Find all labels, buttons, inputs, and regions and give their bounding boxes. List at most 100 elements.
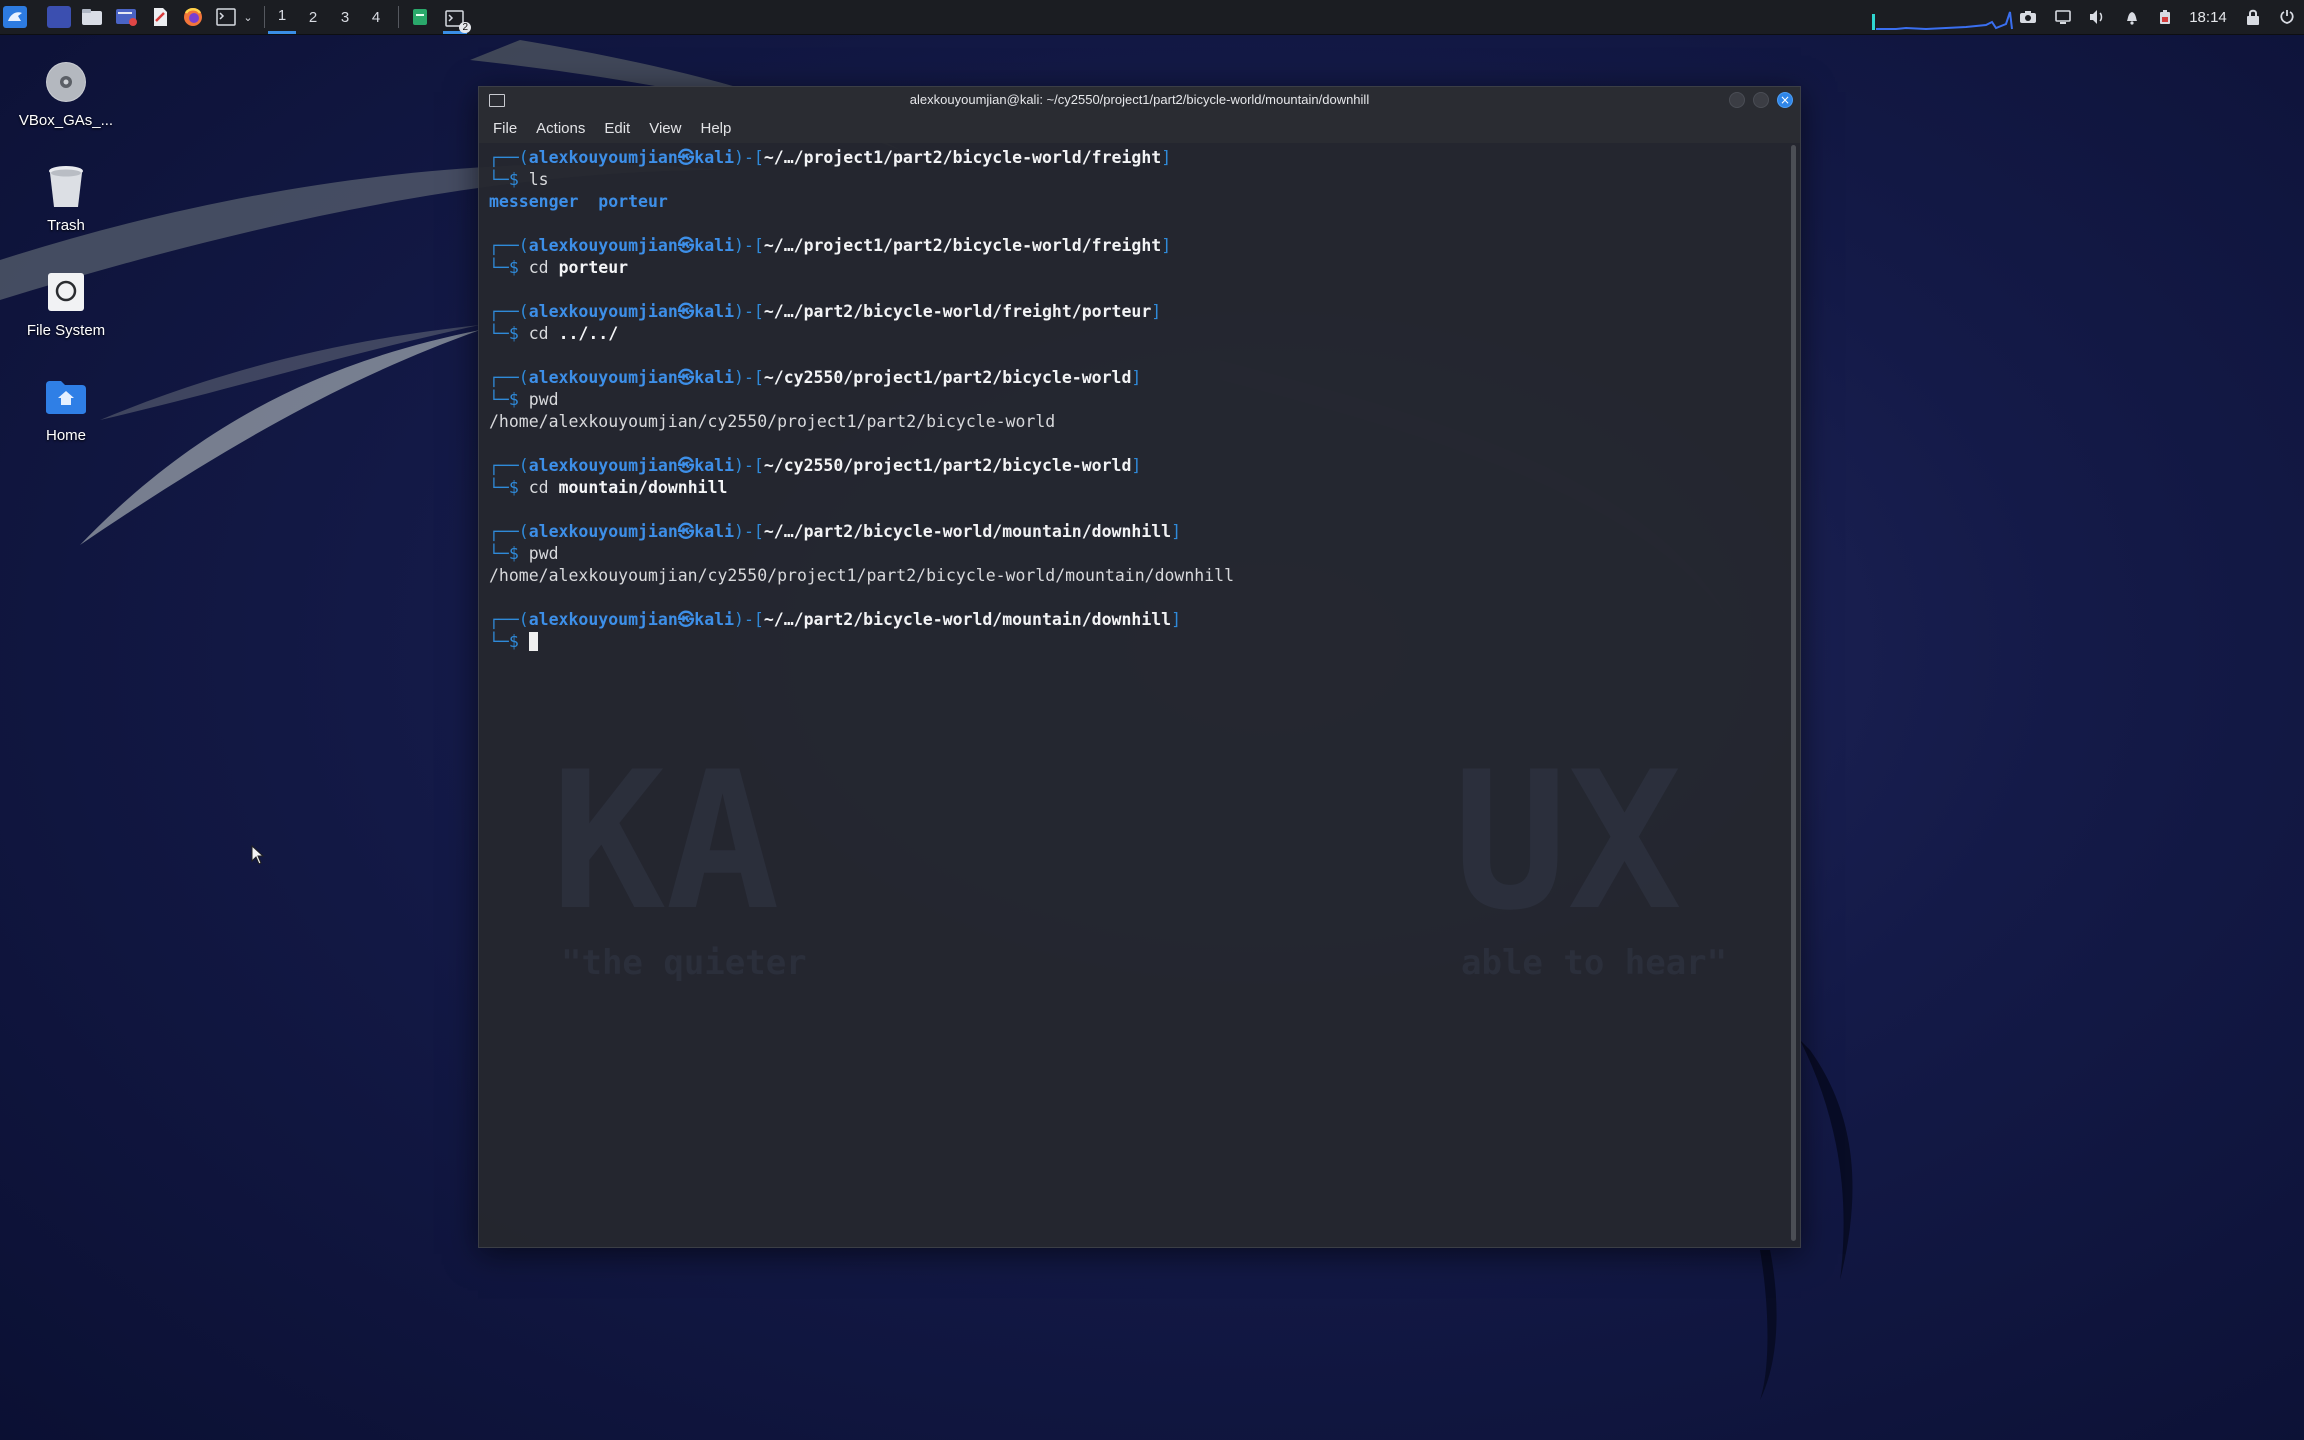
- power-icon[interactable]: [2275, 0, 2299, 34]
- prompt-user: alexkouyoumjian: [528, 236, 678, 255]
- prompt-user: alexkouyoumjian: [528, 610, 678, 629]
- prompt-user: alexkouyoumjian: [528, 368, 678, 387]
- prompt-at: ㉿: [677, 610, 695, 629]
- prompt-at: ㉿: [677, 148, 695, 167]
- prompt-symbol: $: [508, 544, 519, 563]
- workspace-switcher-icon[interactable]: [47, 6, 71, 28]
- close-button[interactable]: ×: [1777, 92, 1793, 108]
- desktop-icon-label: VBox_GAs_...: [18, 112, 114, 129]
- desktop-icon-vbox[interactable]: VBox_GAs_...: [11, 60, 121, 129]
- prompt-line: ┌──(alexkouyoumjian㉿kali)-[~/cy2550/proj…: [489, 455, 1234, 477]
- desktop-icon-home[interactable]: Home: [11, 375, 121, 444]
- window-titlebar[interactable]: alexkouyoumjian@kali: ~/cy2550/project1/…: [479, 87, 1800, 113]
- volume-icon[interactable]: [2085, 0, 2109, 34]
- command-argument: mountain/downhill: [558, 478, 728, 497]
- prompt-host: kali: [694, 148, 735, 167]
- command-text: cd: [528, 324, 549, 343]
- menu-file[interactable]: File: [493, 120, 517, 137]
- prompt-host: kali: [694, 302, 735, 321]
- terminal-window[interactable]: alexkouyoumjian@kali: ~/cy2550/project1/…: [478, 86, 1801, 1248]
- command-text: cd: [528, 478, 549, 497]
- command-line: └─$ cd mountain/downhill: [489, 477, 1234, 499]
- text-editor-icon[interactable]: [114, 6, 138, 28]
- prompt-line: ┌──(alexkouyoumjian㉿kali)-[~/…/part2/bic…: [489, 301, 1234, 323]
- text-cursor: [528, 632, 538, 651]
- prompt-line: ┌──(alexkouyoumjian㉿kali)-[~/…/project1/…: [489, 147, 1234, 169]
- taskbar-terminal-icon[interactable]: 2: [443, 6, 471, 34]
- prompt-at: ㉿: [677, 368, 695, 387]
- menu-actions[interactable]: Actions: [536, 120, 585, 137]
- chevron-down-icon[interactable]: ⌄: [236, 0, 260, 34]
- prompt-frame: ]: [1151, 302, 1162, 321]
- file-manager-icon[interactable]: [80, 6, 104, 28]
- prompt-frame: )-[: [734, 148, 764, 167]
- menu-help[interactable]: Help: [700, 120, 731, 137]
- directory-entry: porteur: [598, 192, 668, 211]
- prompt-at: ㉿: [677, 236, 695, 255]
- prompt-frame: ]: [1161, 236, 1172, 255]
- notifications-bell-icon[interactable]: [2120, 0, 2144, 34]
- prompt-symbol: $: [508, 324, 519, 343]
- terminal-scrollbar[interactable]: [1791, 145, 1796, 1241]
- desktop-icon-label: Trash: [47, 217, 85, 234]
- prompt-line: ┌──(alexkouyoumjian㉿kali)-[~/…/part2/bic…: [489, 609, 1234, 631]
- prompt-frame: └─: [489, 170, 509, 189]
- display-icon[interactable]: [2051, 0, 2075, 34]
- minimize-button[interactable]: [1729, 92, 1745, 108]
- command-line: └─$ ls: [489, 169, 1234, 191]
- command-text: pwd: [528, 544, 559, 563]
- terminal-launcher-icon[interactable]: [214, 6, 238, 28]
- prompt-symbol: $: [508, 258, 519, 277]
- cpu-graph-icon: [1872, 11, 2013, 30]
- menu-edit[interactable]: Edit: [604, 120, 630, 137]
- workspace-4-button[interactable]: 4: [362, 0, 390, 34]
- close-icon: ×: [1779, 93, 1791, 107]
- prompt-frame: └─: [489, 390, 509, 409]
- prompt-line: ┌──(alexkouyoumjian㉿kali)-[~/cy2550/proj…: [489, 367, 1234, 389]
- command-line: └─$ pwd: [489, 389, 1234, 411]
- document-viewer-icon[interactable]: [148, 6, 172, 28]
- wallpaper-swoosh: [1760, 1250, 1777, 1400]
- prompt-frame: )-[: [734, 302, 764, 321]
- prompt-frame: )-[: [734, 236, 764, 255]
- home-folder-icon: [44, 375, 88, 419]
- terminal-output-area[interactable]: KA UX "the quieter able to hear" ┌──(ale…: [479, 143, 1785, 1247]
- lock-screen-icon[interactable]: [2241, 0, 2265, 34]
- prompt-frame: )-[: [734, 456, 764, 475]
- maximize-button[interactable]: [1753, 92, 1769, 108]
- prompt-frame: ┌──(: [489, 456, 529, 475]
- prompt-frame: ┌──(: [489, 368, 529, 387]
- top-panel: ⌄ 1 2 3 4 2 18:14: [0, 0, 2304, 35]
- trash-icon: [44, 165, 88, 209]
- command-text: pwd: [528, 390, 559, 409]
- battery-icon[interactable]: [2153, 0, 2177, 34]
- drive-icon: [44, 270, 88, 314]
- prompt-frame: ┌──(: [489, 302, 529, 321]
- kali-menu-icon[interactable]: [3, 6, 27, 28]
- prompt-frame: )-[: [734, 610, 764, 629]
- menu-view[interactable]: View: [649, 120, 681, 137]
- workspace-3-button[interactable]: 3: [331, 0, 359, 34]
- prompt-host: kali: [694, 368, 735, 387]
- workspace-1-button[interactable]: 1: [268, 0, 296, 34]
- command-line: └─$: [489, 631, 1234, 653]
- panel-separator: [264, 6, 265, 28]
- prompt-frame: ]: [1131, 368, 1142, 387]
- command-output: /home/alexkouyoumjian/cy2550/project1/pa…: [489, 566, 1235, 585]
- panel-clock[interactable]: 18:14: [2184, 0, 2232, 34]
- prompt-host: kali: [694, 456, 735, 475]
- firefox-icon[interactable]: [181, 6, 205, 28]
- workspace-2-button[interactable]: 2: [299, 0, 327, 34]
- taskbar-app-icon[interactable]: [408, 6, 432, 28]
- disc-icon: [44, 60, 88, 104]
- camera-icon[interactable]: [2016, 0, 2040, 34]
- desktop-icon-filesystem[interactable]: File System: [11, 270, 121, 339]
- desktop-icon-trash[interactable]: Trash: [11, 165, 121, 234]
- window-title: alexkouyoumjian@kali: ~/cy2550/project1/…: [909, 92, 1370, 107]
- prompt-path: ~/cy2550/project1/part2/bicycle-world: [763, 456, 1132, 475]
- prompt-at: ㉿: [677, 456, 695, 475]
